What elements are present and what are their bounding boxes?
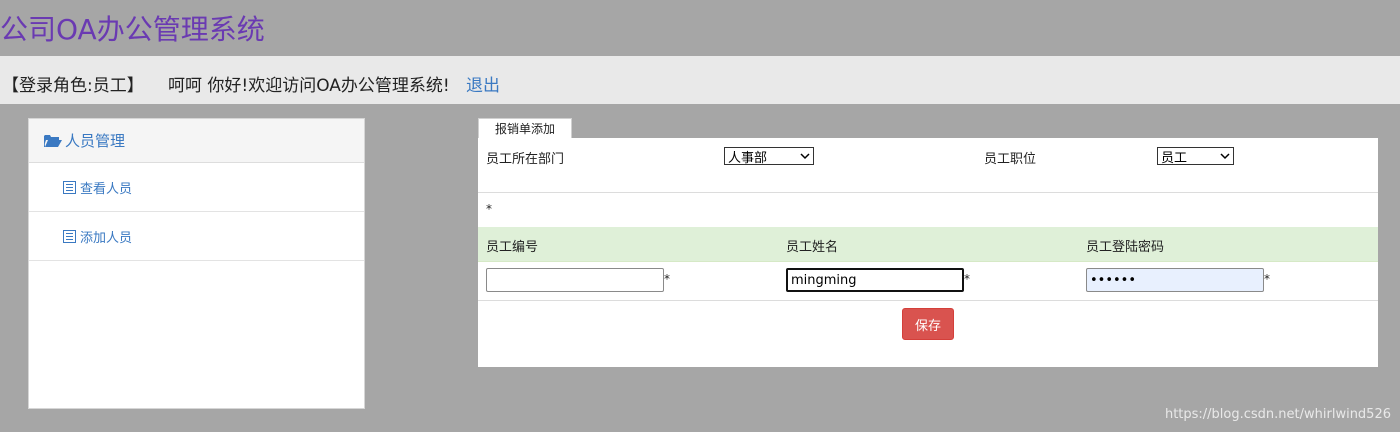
watermark: https://blog.csdn.net/whirlwind526 bbox=[1164, 407, 1391, 422]
chevron-down-icon bbox=[800, 153, 810, 160]
required-note: * bbox=[486, 202, 492, 216]
welcome-message: 呵呵 你好!欢迎访问OA办公管理系统! bbox=[168, 76, 450, 96]
tab-expense-add[interactable]: 报销单添加 bbox=[478, 118, 572, 138]
list-icon bbox=[63, 180, 76, 194]
employee-id-field[interactable] bbox=[486, 268, 664, 292]
input-row: * * * bbox=[478, 262, 1378, 301]
employee-password-header: 员工登陆密码 bbox=[1086, 240, 1165, 255]
chevron-down-icon bbox=[1220, 153, 1230, 160]
department-row: 员工所在部门 人事部 员工职位 员工 bbox=[478, 138, 1378, 193]
top-bar: 【登录角色:员工】 呵呵 你好!欢迎访问OA办公管理系统! 退出 bbox=[0, 56, 1400, 104]
list-icon bbox=[63, 229, 76, 243]
folder-open-icon bbox=[44, 134, 62, 147]
employee-password-field[interactable] bbox=[1086, 268, 1264, 292]
column-header-row: 员工编号 员工姓名 员工登陆密码 bbox=[478, 227, 1378, 262]
required-mark: * bbox=[664, 272, 670, 286]
form-panel: 员工所在部门 人事部 员工职位 员工 * 员工编号 员工姓名 员工登陆密码 * … bbox=[478, 138, 1378, 367]
login-role: 【登录角色:员工】 bbox=[2, 76, 144, 96]
sidebar: 人员管理 查看人员 添加人员 bbox=[28, 118, 365, 409]
position-select[interactable]: 员工 bbox=[1157, 147, 1234, 166]
save-button[interactable]: 保存 bbox=[902, 308, 954, 340]
department-select[interactable]: 人事部 bbox=[724, 147, 814, 166]
sidebar-item-add-staff[interactable]: 添加人员 bbox=[29, 212, 364, 261]
note-row: * bbox=[478, 193, 1378, 227]
position-label: 员工职位 bbox=[984, 152, 1037, 167]
sidebar-heading[interactable]: 人员管理 bbox=[29, 119, 364, 163]
sidebar-item-label: 添加人员 bbox=[80, 230, 133, 246]
app-title: 公司OA办公管理系统 bbox=[0, 13, 265, 46]
sidebar-item-view-staff[interactable]: 查看人员 bbox=[29, 163, 364, 212]
sidebar-heading-label: 人员管理 bbox=[65, 132, 126, 150]
logout-link[interactable]: 退出 bbox=[466, 71, 500, 96]
required-mark: * bbox=[964, 272, 970, 286]
main-content: 报销单添加 员工所在部门 人事部 员工职位 员工 * 员工编号 员工姓名 员工登… bbox=[478, 118, 1378, 367]
sidebar-item-label: 查看人员 bbox=[80, 181, 133, 197]
required-mark: * bbox=[1264, 272, 1270, 286]
department-label: 员工所在部门 bbox=[486, 152, 565, 167]
position-select-value: 员工 bbox=[1161, 150, 1188, 166]
employee-id-header: 员工编号 bbox=[486, 240, 539, 255]
department-select-value: 人事部 bbox=[728, 150, 768, 166]
employee-name-header: 员工姓名 bbox=[786, 240, 839, 255]
employee-name-field[interactable] bbox=[786, 268, 964, 292]
